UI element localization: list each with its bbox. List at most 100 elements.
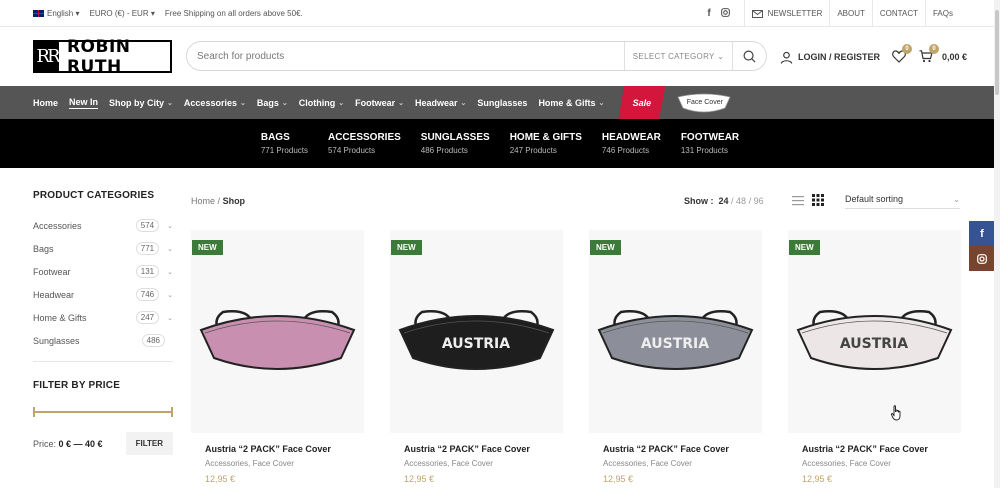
header: RR ROBIN RUTH Search for products SELECT… (0, 27, 1000, 86)
category-item[interactable]: Accessories 574 ⌄ (33, 214, 173, 237)
cart-total[interactable]: 0,00 € (942, 52, 967, 62)
logo-mark: RR (35, 42, 61, 71)
nav-shop-by-city[interactable]: Shop by City ⌄ (109, 86, 173, 119)
product-categories[interactable]: Accessories, Face Cover (788, 459, 961, 468)
facebook-icon: f (980, 227, 984, 240)
price-slider-max-handle[interactable] (171, 407, 173, 417)
product-title[interactable]: Austria “2 PACK” Face Cover (589, 444, 762, 454)
nav-clothing[interactable]: Clothing ⌄ (299, 86, 344, 119)
chevron-down-icon: ⌄ (717, 51, 725, 61)
product-categories[interactable]: Accessories, Face Cover (589, 459, 762, 468)
top-bar: English ▾ EURO (€) - EUR ▾ Free Shipping… (0, 0, 1000, 27)
category-item[interactable]: Home & Gifts 247 ⌄ (33, 306, 173, 329)
face-mask-image: AUSTRIA (398, 310, 555, 370)
category-item[interactable]: Sunglasses 486 (33, 329, 173, 352)
product-image[interactable]: AUSTRIA NEW (788, 230, 961, 433)
nav-headwear[interactable]: Headwear ⌄ (415, 86, 466, 119)
facebook-share-button[interactable]: f (969, 221, 995, 246)
price-slider[interactable] (33, 407, 173, 417)
nav-sunglasses[interactable]: Sunglasses (477, 86, 527, 119)
search-icon (743, 50, 756, 62)
nav-new-in[interactable]: New In (69, 86, 99, 119)
scrollbar[interactable] (994, 0, 1000, 488)
catbar-bags[interactable]: BAGS 771 Products (261, 132, 308, 155)
category-item[interactable]: Bags 771 ⌄ (33, 237, 173, 260)
language-switcher[interactable]: English ▾ (33, 9, 80, 18)
faqs-link[interactable]: FAQs (926, 0, 960, 27)
chevron-down-icon: ⌄ (460, 99, 467, 107)
catbar-headwear[interactable]: HEADWEAR 746 Products (602, 132, 661, 155)
chevron-down-icon: ⌄ (953, 194, 960, 204)
sort-select[interactable]: Default sorting ⌄ (845, 190, 960, 209)
product-categories[interactable]: Accessories, Face Cover (390, 459, 563, 468)
product-grid: NEW Austria “2 PACK” Face Cover Accessor… (191, 230, 961, 488)
price-slider-track (33, 411, 173, 413)
chevron-down-icon: ⌄ (398, 99, 404, 107)
product-price: 12,95 € (603, 474, 634, 484)
instagram-share-button[interactable] (969, 246, 995, 271)
view-switcher (792, 194, 824, 206)
product-card[interactable]: AUSTRIA NEW Austria “2 PACK” Face Cover A… (390, 230, 563, 488)
search-button[interactable] (732, 42, 766, 70)
product-title[interactable]: Austria “2 PACK” Face Cover (788, 444, 961, 454)
price-slider-min-handle[interactable] (33, 407, 35, 417)
nav-home-gifts[interactable]: Home & Gifts ⌄ (538, 86, 604, 119)
chevron-down-icon: ⌄ (239, 99, 246, 107)
product-title[interactable]: Austria “2 PACK” Face Cover (191, 444, 364, 454)
chevron-down-icon[interactable]: ⌄ (167, 314, 173, 322)
nav-home[interactable]: Home (33, 86, 58, 119)
nav-sale[interactable]: Sale (618, 86, 665, 119)
product-title[interactable]: Austria “2 PACK” Face Cover (390, 444, 563, 454)
filter-button[interactable]: FILTER (125, 432, 173, 455)
nav-footwear[interactable]: Footwear ⌄ (355, 86, 404, 119)
product-categories[interactable]: Accessories, Face Cover (191, 459, 364, 468)
login-register-link[interactable]: LOGIN / REGISTER (780, 51, 880, 64)
product-card[interactable]: AUSTRIA NEW Austria “2 PACK” Face Cover A… (589, 230, 762, 488)
nav-bags[interactable]: Bags ⌄ (257, 86, 288, 119)
logo[interactable]: RR ROBIN RUTH (33, 37, 172, 77)
product-card[interactable]: NEW Austria “2 PACK” Face Cover Accessor… (191, 230, 364, 488)
floating-social-bar: f (969, 221, 995, 271)
category-item[interactable]: Footwear 131 ⌄ (33, 260, 173, 283)
per-page-48[interactable]: 48 (736, 196, 746, 206)
nav-accessories[interactable]: Accessories ⌄ (184, 86, 246, 119)
catbar-sunglasses[interactable]: SUNGLASSES 486 Products (421, 132, 490, 155)
currency-switcher[interactable]: EURO (€) - EUR ▾ (90, 9, 155, 18)
chevron-down-icon[interactable]: ⌄ (167, 222, 173, 230)
cart-button[interactable]: 0 (919, 44, 940, 64)
category-item[interactable]: Headwear 746 ⌄ (33, 283, 173, 306)
chevron-down-icon: ⌄ (281, 99, 288, 107)
user-icon (780, 51, 793, 64)
breadcrumb-home[interactable]: Home (191, 196, 215, 206)
catbar-home-gifts[interactable]: HOME & GIFTS 247 Products (510, 132, 582, 155)
product-image[interactable]: AUSTRIA NEW (589, 230, 762, 433)
category-select[interactable]: SELECT CATEGORY ⌄ (624, 42, 732, 70)
chevron-down-icon[interactable]: ⌄ (167, 245, 173, 253)
product-categories-title: PRODUCT CATEGORIES (33, 190, 155, 201)
newsletter-link[interactable]: NEWSLETTER (745, 0, 831, 27)
nav-face-cover[interactable]: Face Cover (677, 93, 732, 113)
instagram-icon[interactable] (720, 8, 730, 19)
search-input[interactable]: Search for products (187, 51, 624, 62)
product-price: 12,95 € (404, 474, 435, 484)
per-page-24[interactable]: 24 (719, 196, 729, 206)
scrollbar-thumb[interactable] (995, 10, 999, 95)
count-badge: 247 (135, 311, 160, 324)
list-view-icon[interactable] (792, 195, 804, 206)
facebook-icon[interactable]: f (707, 8, 710, 19)
chevron-down-icon: ▾ (150, 9, 155, 18)
logo-text: ROBIN RUTH (66, 36, 131, 77)
per-page-96[interactable]: 96 (754, 196, 764, 206)
grid-view-icon[interactable] (812, 194, 824, 206)
catbar-accessories[interactable]: ACCESSORIES 574 Products (328, 132, 401, 155)
catbar-footwear[interactable]: FOOTWEAR 131 Products (681, 132, 739, 155)
product-card[interactable]: AUSTRIA NEW Austria “2 PACK” Face Cover A… (788, 230, 961, 488)
chevron-down-icon[interactable]: ⌄ (167, 291, 173, 299)
wishlist-button[interactable]: 0 (892, 44, 913, 64)
product-image[interactable]: NEW (191, 230, 364, 433)
product-image[interactable]: AUSTRIA NEW (390, 230, 563, 433)
product-price: 12,95 € (802, 474, 833, 484)
chevron-down-icon[interactable]: ⌄ (167, 268, 173, 276)
contact-link[interactable]: CONTACT (873, 0, 926, 27)
about-link[interactable]: ABOUT (830, 0, 873, 27)
